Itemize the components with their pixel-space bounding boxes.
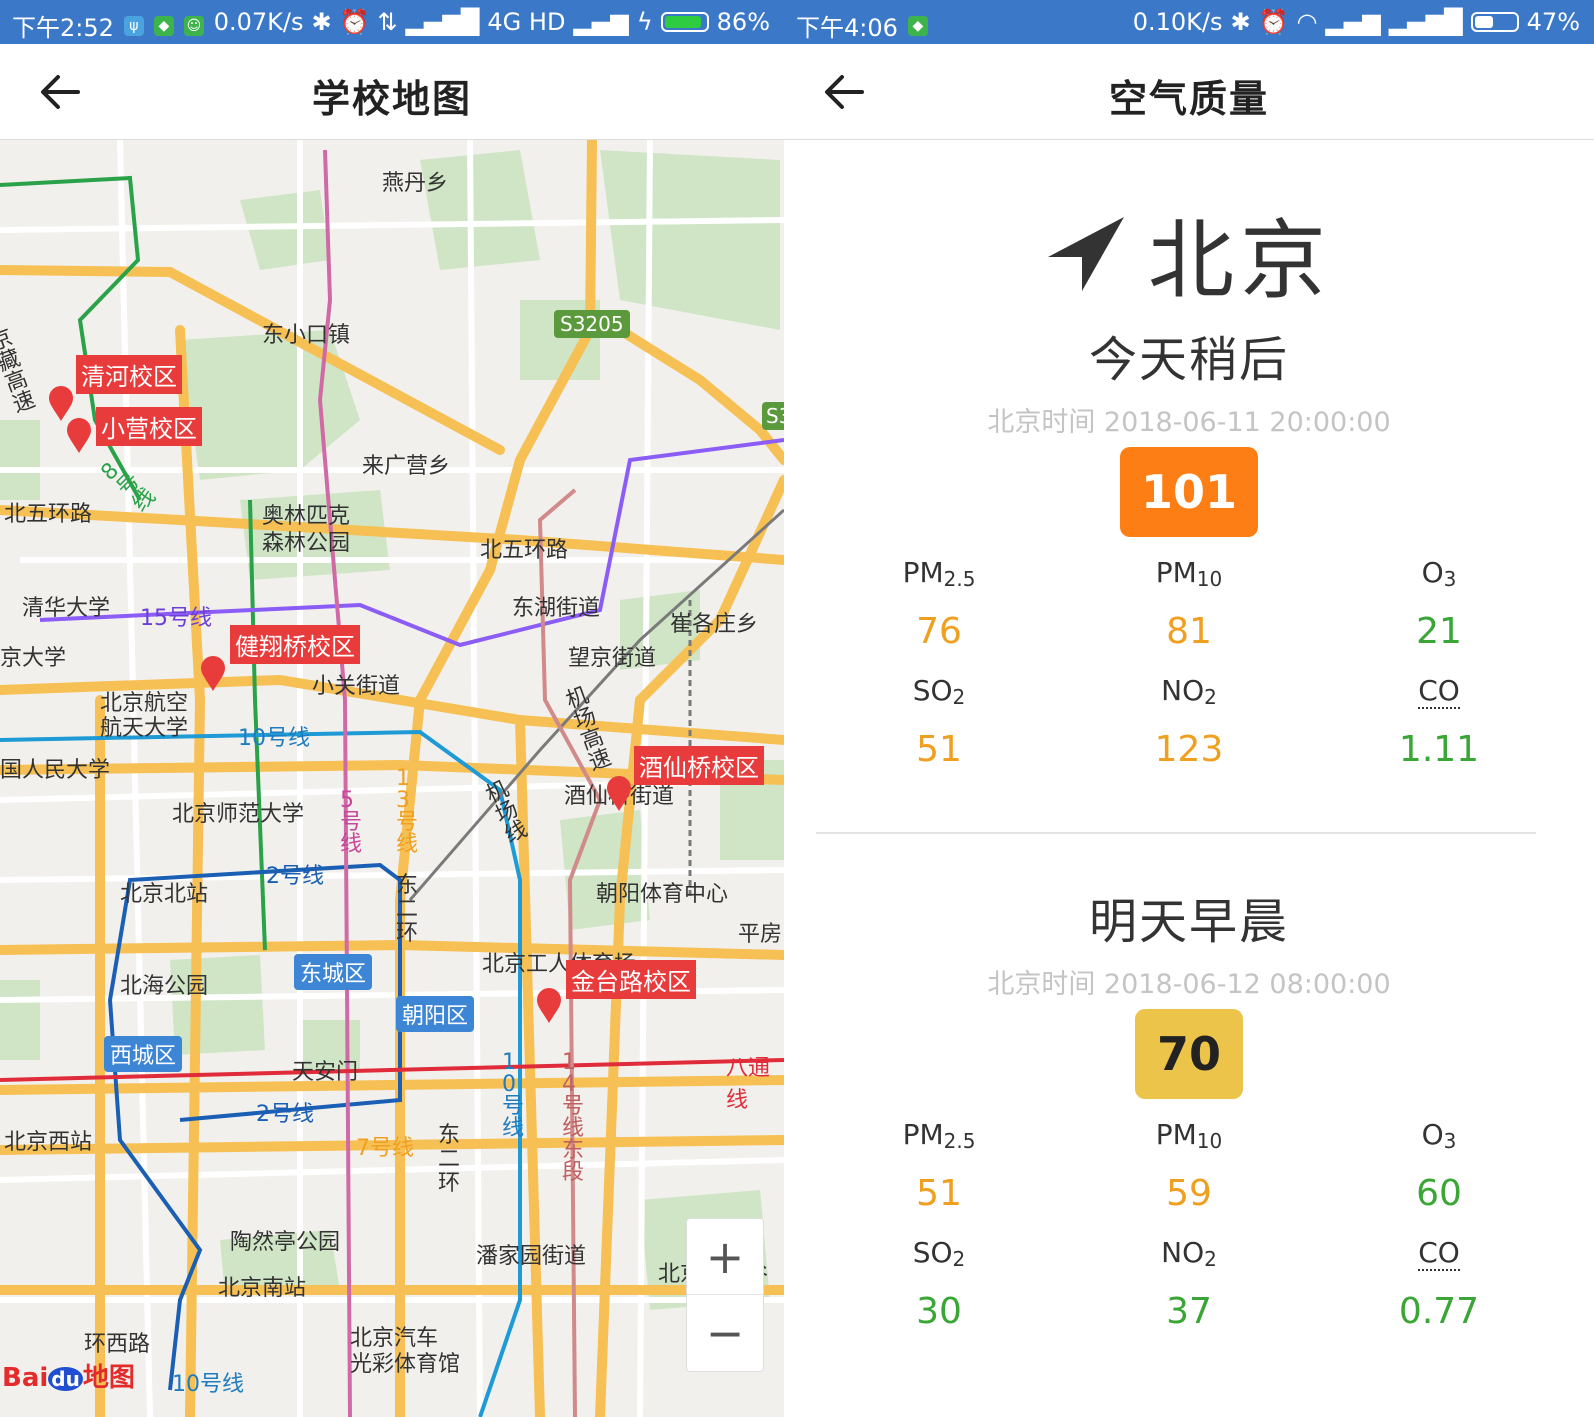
shield-icon: ◆ bbox=[153, 15, 174, 36]
forecast-title: 今天稍后 bbox=[1088, 332, 1289, 388]
bluetooth-icon: ✱ bbox=[1230, 8, 1251, 36]
map-pin-icon[interactable] bbox=[66, 418, 92, 454]
pollutant-label: PM10 bbox=[1155, 556, 1223, 591]
pollutant-label: PM2.5 bbox=[902, 1118, 976, 1153]
status-time: 下午4:06 bbox=[796, 14, 898, 42]
pollutant-cell: PM2.5 76 bbox=[814, 544, 1064, 662]
battery-percent: 47% bbox=[1526, 8, 1580, 36]
school-map-screen: 下午2:52 ψ ◆ ☺ 0.07K/s ✱ ⏰ ⇅ ▂▄▆█ 4G HD ▂▄… bbox=[0, 0, 784, 1417]
page-title: 学校地图 bbox=[311, 77, 472, 121]
pollutant-value: 0.77 bbox=[1398, 1291, 1480, 1332]
charging-icon: ϟ bbox=[636, 8, 653, 36]
forecast-time: 北京时间 2018-06-11 20:00:00 bbox=[987, 407, 1391, 438]
location-header: 北京 bbox=[784, 190, 1594, 315]
pollutant-cell: O3 21 bbox=[1314, 544, 1564, 662]
pollutant-label: O3 bbox=[1421, 1118, 1457, 1153]
pollutant-value: 51 bbox=[916, 1173, 962, 1214]
status-time: 下午2:52 bbox=[12, 14, 114, 42]
pollutant-value: 59 bbox=[1166, 1173, 1212, 1214]
pollutant-value: 81 bbox=[1166, 611, 1212, 652]
map-pin-icon[interactable] bbox=[200, 656, 226, 692]
section-divider bbox=[816, 832, 1536, 834]
pollutant-cell: O3 60 bbox=[1314, 1106, 1564, 1224]
alarm-icon: ⏰ bbox=[339, 8, 370, 36]
pollutant-cell: SO2 30 bbox=[814, 1224, 1064, 1342]
pollutant-label: PM2.5 bbox=[902, 556, 976, 591]
forecast-title: 明天早晨 bbox=[1088, 894, 1289, 950]
pollutant-value: 30 bbox=[916, 1291, 962, 1332]
pollutant-grid: PM2.5 76 PM10 81 O3 21 SO2 51 NO2 123 CO 1.11 bbox=[814, 544, 1564, 780]
logo-bai: Bai bbox=[2, 1363, 49, 1393]
pollutant-label: SO2 bbox=[912, 1236, 966, 1271]
pollutant-cell: NO2 123 bbox=[1064, 662, 1314, 780]
pollutant-cell: CO 0.77 bbox=[1314, 1224, 1564, 1342]
shield-icon: ◆ bbox=[907, 15, 928, 36]
map-pin-icon[interactable] bbox=[606, 776, 632, 812]
logo-du: du bbox=[48, 1367, 83, 1391]
pollutant-value: 60 bbox=[1416, 1173, 1462, 1214]
logo-ditu: 地图 bbox=[82, 1363, 135, 1393]
app-bar: 空气质量 bbox=[784, 44, 1594, 140]
pollutant-label: NO2 bbox=[1161, 674, 1217, 709]
pollutant-grid: PM2.5 51 PM10 59 O3 60 SO2 30 NO2 37 CO 0.77 bbox=[814, 1106, 1564, 1342]
bluetooth-icon: ✱ bbox=[311, 8, 332, 36]
zoom-in-button[interactable]: + bbox=[687, 1219, 763, 1294]
signal-icon: ▂▄▆ bbox=[1325, 8, 1381, 36]
map-view[interactable]: 燕丹乡 东小口镇 来广营乡 北五环路 北五环路 奥林匹克 森林公园 清华大学 1… bbox=[0, 140, 784, 1417]
pollutant-cell: CO 1.11 bbox=[1314, 662, 1564, 780]
pollutant-label: PM10 bbox=[1155, 1118, 1223, 1153]
battery-percent: 86% bbox=[716, 8, 770, 36]
zoom-out-button[interactable]: − bbox=[687, 1294, 763, 1370]
pollutant-label: CO bbox=[1418, 1236, 1460, 1271]
data-transfer-icon: ⇅ bbox=[377, 8, 398, 36]
battery-icon bbox=[660, 12, 709, 32]
map-pin-icon[interactable] bbox=[48, 386, 74, 422]
signal-icon: ▂▄▆█ bbox=[405, 8, 480, 36]
pollutant-value: 1.11 bbox=[1398, 729, 1480, 770]
pollutant-label: NO2 bbox=[1161, 1236, 1217, 1271]
baidu-map-logo: Bai du 地图 bbox=[2, 1357, 135, 1394]
network-speed: 0.10K/s bbox=[1132, 8, 1223, 36]
android-icon: ☺ bbox=[183, 15, 204, 36]
alarm-icon: ⏰ bbox=[1258, 8, 1289, 36]
aqi-badge: 70 bbox=[1135, 1009, 1243, 1099]
school-marker-label[interactable]: 健翔桥校区 bbox=[230, 625, 360, 664]
pollutant-cell: PM2.5 51 bbox=[814, 1106, 1064, 1224]
pollutant-cell: PM10 59 bbox=[1064, 1106, 1314, 1224]
pollutant-value: 51 bbox=[916, 729, 962, 770]
school-marker-label[interactable]: 小营校区 bbox=[96, 407, 202, 446]
signal2-icon: ▂▄▆ bbox=[573, 8, 629, 36]
pollutant-value: 76 bbox=[916, 611, 962, 652]
location-arrow-icon bbox=[1048, 216, 1124, 291]
app-bar: 学校地图 bbox=[0, 44, 784, 140]
network-type: 4G HD bbox=[487, 8, 566, 36]
forecast-time: 北京时间 2018-06-12 08:00:00 bbox=[987, 969, 1391, 1000]
signal2-icon: ▂▄▆█ bbox=[1388, 8, 1463, 36]
pollutant-cell: SO2 51 bbox=[814, 662, 1064, 780]
wifi-icon: ◠ bbox=[1296, 8, 1318, 36]
pollutant-cell: NO2 37 bbox=[1064, 1224, 1314, 1342]
air-quality-screen: 下午4:06 ◆ 0.10K/s ✱ ⏰ ◠ ▂▄▆ ▂▄▆█ 47% 空气质量… bbox=[784, 0, 1594, 1417]
pollutant-value: 37 bbox=[1166, 1291, 1212, 1332]
pollutant-label: SO2 bbox=[912, 674, 966, 709]
pollutant-cell: PM10 81 bbox=[1064, 544, 1314, 662]
school-marker-label[interactable]: 金台路校区 bbox=[566, 960, 696, 999]
pollutant-label: CO bbox=[1418, 674, 1460, 709]
page-title: 空气质量 bbox=[1108, 77, 1269, 121]
network-speed: 0.07K/s bbox=[213, 8, 304, 36]
battery-icon bbox=[1470, 12, 1519, 32]
pollutant-value: 21 bbox=[1416, 611, 1462, 652]
usb-icon: ψ bbox=[123, 15, 144, 36]
status-bar: 下午4:06 ◆ 0.10K/s ✱ ⏰ ◠ ▂▄▆ ▂▄▆█ 47% bbox=[784, 0, 1594, 44]
city-name: 北京 bbox=[1148, 211, 1332, 311]
map-pin-icon[interactable] bbox=[536, 988, 562, 1024]
pollutant-label: O3 bbox=[1421, 556, 1457, 591]
zoom-control: + − bbox=[686, 1218, 764, 1372]
aqi-badge: 101 bbox=[1120, 447, 1258, 537]
school-marker-label[interactable]: 酒仙桥校区 bbox=[634, 746, 764, 785]
pollutant-value: 123 bbox=[1154, 729, 1224, 770]
school-marker-label[interactable]: 清河校区 bbox=[76, 355, 182, 394]
status-bar: 下午2:52 ψ ◆ ☺ 0.07K/s ✱ ⏰ ⇅ ▂▄▆█ 4G HD ▂▄… bbox=[0, 0, 784, 44]
